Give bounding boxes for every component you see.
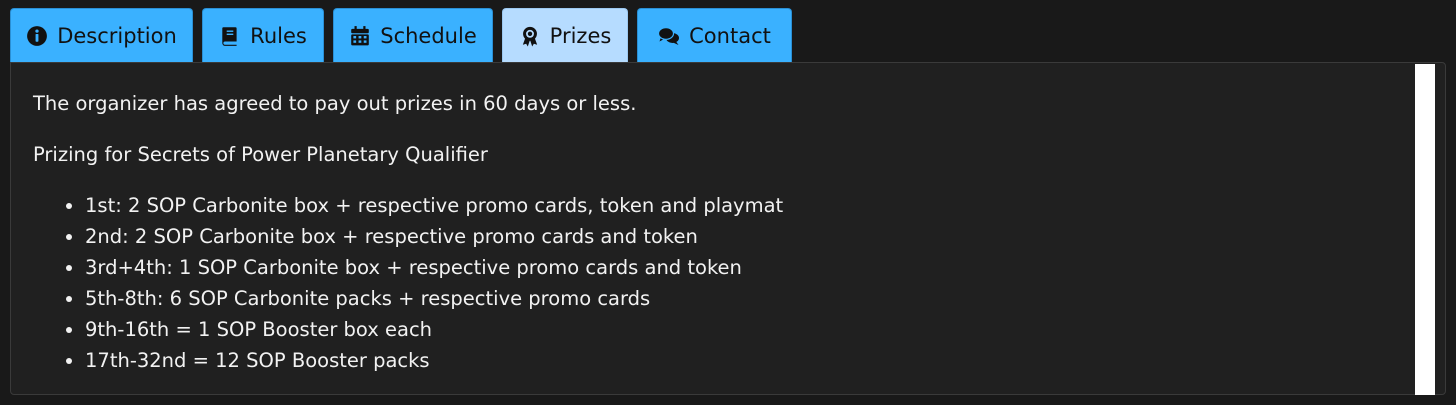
tab-prizes[interactable]: Prizes <box>502 8 628 62</box>
tab-rules-label: Rules <box>250 23 307 48</box>
prize-list-item: 9th-16th = 1 SOP Booster box each <box>85 314 1413 345</box>
prizes-panel: The organizer has agreed to pay out priz… <box>10 62 1446 395</box>
tab-rules[interactable]: Rules <box>202 8 324 62</box>
tab-schedule[interactable]: Schedule <box>333 8 493 62</box>
tab-description-label: Description <box>57 23 177 48</box>
payout-note: The organizer has agreed to pay out priz… <box>33 92 637 115</box>
award-icon <box>519 25 541 47</box>
prize-list-item: 2nd: 2 SOP Carbonite box + respective pr… <box>85 221 1413 252</box>
prizes-content: The organizer has agreed to pay out priz… <box>33 88 1413 376</box>
prize-list: 1st: 2 SOP Carbonite box + respective pr… <box>33 190 1413 376</box>
tab-prizes-label: Prizes <box>549 23 612 48</box>
prizing-heading: Prizing for Secrets of Power Planetary Q… <box>33 143 488 166</box>
prize-list-item: 3rd+4th: 1 SOP Carbonite box + respectiv… <box>85 252 1413 283</box>
calendar-icon <box>349 25 371 47</box>
prize-list-item: 5th-8th: 6 SOP Carbonite packs + respect… <box>85 283 1413 314</box>
book-icon <box>219 25 241 47</box>
comments-icon <box>658 25 680 47</box>
tab-bar: Description Rules Schedule Prizes Contac… <box>10 8 792 62</box>
info-circle-icon <box>26 25 48 47</box>
prize-list-item: 17th-32nd = 12 SOP Booster packs <box>85 345 1413 376</box>
tab-description[interactable]: Description <box>10 8 193 62</box>
tabbed-panel-frame: Description Rules Schedule Prizes Contac… <box>0 0 1456 405</box>
tab-contact[interactable]: Contact <box>637 8 792 62</box>
tab-contact-label: Contact <box>689 23 771 48</box>
prize-list-item: 1st: 2 SOP Carbonite box + respective pr… <box>85 190 1413 221</box>
tab-schedule-label: Schedule <box>380 23 477 48</box>
vertical-scrollbar[interactable] <box>1415 64 1435 395</box>
